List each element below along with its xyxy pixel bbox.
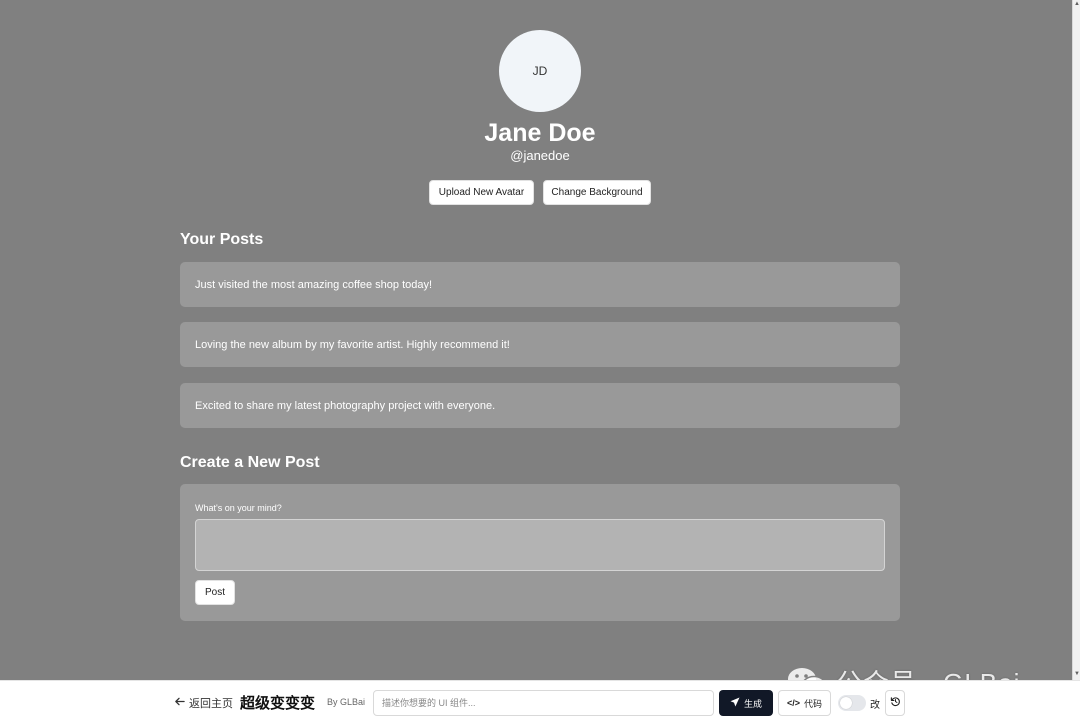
preview-canvas: JD Jane Doe @janedoe Upload New Avatar C… xyxy=(0,0,1072,680)
vertical-scrollbar[interactable]: ▲ ▼ xyxy=(1072,0,1080,680)
prompt-input[interactable] xyxy=(373,690,714,716)
arrow-left-icon xyxy=(174,696,185,710)
post-text: Loving the new album by my favorite arti… xyxy=(195,338,510,351)
edit-toggle[interactable] xyxy=(838,695,866,711)
code-icon: </> xyxy=(786,698,800,708)
create-post-card: What's on your mind? Post xyxy=(180,484,900,621)
change-background-button[interactable]: Change Background xyxy=(543,180,651,205)
bottom-toolbar: 返回主页 超级变变变 By GLBai 生成 </> 代码 改 xyxy=(0,680,1080,725)
edit-label: 改 xyxy=(870,700,880,711)
post-card: Loving the new album by my favorite arti… xyxy=(180,322,900,367)
profile-name: Jane Doe xyxy=(484,119,596,147)
history-icon xyxy=(890,696,901,710)
back-home-link[interactable]: 返回主页 xyxy=(174,695,233,711)
create-post-title: Create a New Post xyxy=(180,454,320,471)
post-textarea[interactable] xyxy=(195,519,885,571)
posts-section-title: Your Posts xyxy=(180,231,264,248)
avatar: JD xyxy=(499,30,581,112)
send-icon xyxy=(730,697,740,709)
post-button[interactable]: Post xyxy=(195,580,235,605)
wechat-icon xyxy=(788,667,825,680)
scroll-up-icon[interactable]: ▲ xyxy=(1073,0,1080,8)
watermark-text: 公众号 · GLBai xyxy=(836,663,1020,680)
generate-button[interactable]: 生成 xyxy=(719,690,773,716)
avatar-initials: JD xyxy=(532,64,548,78)
code-label: 代码 xyxy=(804,698,823,709)
history-button[interactable] xyxy=(885,690,905,716)
author-label: By GLBai xyxy=(327,697,366,707)
upload-avatar-button[interactable]: Upload New Avatar xyxy=(429,180,534,205)
back-home-label: 返回主页 xyxy=(189,698,233,710)
post-input-wrapper xyxy=(180,484,900,621)
app-title: 超级变变变 xyxy=(240,695,316,712)
code-button[interactable]: </> 代码 xyxy=(778,690,831,716)
post-text: Excited to share my latest photography p… xyxy=(195,399,496,412)
post-card: Just visited the most amazing coffee sho… xyxy=(180,262,900,307)
profile-handle: @janedoe xyxy=(510,148,570,163)
generate-label: 生成 xyxy=(743,698,762,709)
watermark: 公众号 · GLBai xyxy=(786,663,1020,680)
post-text: Just visited the most amazing coffee sho… xyxy=(195,278,433,291)
scroll-down-icon[interactable]: ▼ xyxy=(1073,670,1080,678)
post-card: Excited to share my latest photography p… xyxy=(180,383,900,428)
toggle-knob xyxy=(840,697,852,709)
